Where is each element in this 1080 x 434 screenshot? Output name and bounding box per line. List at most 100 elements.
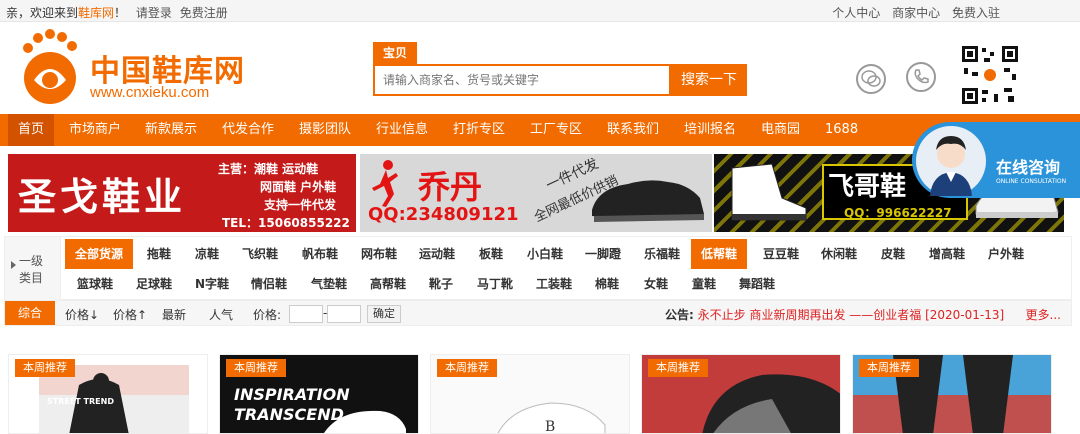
banner1-tel: TEL：15060855222 <box>222 216 350 230</box>
consult-subtitle: ONLINE CONSULTATION <box>996 178 1067 185</box>
wechat-icon[interactable] <box>856 64 886 94</box>
site-logo[interactable]: 中国鞋库网 www.cnxieku.com <box>20 28 250 108</box>
weekly-pick-badge: 本周推荐 <box>226 359 286 377</box>
price-confirm-button[interactable]: 确定 <box>367 305 401 323</box>
free-join-link[interactable]: 免费入驻 <box>952 6 1000 20</box>
category-item[interactable]: 凉鞋 <box>195 239 219 269</box>
announcement-text[interactable]: 永不止步 商业新周期再出发 ——创业者福 [2020-01-13] <box>698 308 1005 322</box>
nav-discount[interactable]: 打折专区 <box>453 114 505 146</box>
welcome-suffix: ！ <box>114 6 127 20</box>
nav-contact[interactable]: 联系我们 <box>607 114 659 146</box>
banner-shengge[interactable]: 圣戈鞋业 主营：潮鞋 运动鞋 网面鞋 户外鞋 支持一件代发 TEL：150608… <box>8 154 356 232</box>
category-item[interactable]: 拖鞋 <box>147 239 171 269</box>
sort-price-desc[interactable]: 价格↓ <box>65 306 99 323</box>
price-max-input[interactable] <box>327 305 361 323</box>
more-link[interactable]: 更多... <box>1026 306 1061 323</box>
site-name-link[interactable]: 鞋库网 <box>78 6 114 20</box>
category-item[interactable]: 篮球鞋 <box>77 269 113 299</box>
category-item[interactable]: 高帮鞋 <box>370 269 406 299</box>
search-area: 宝贝 搜索一下 <box>373 42 753 102</box>
price-range-label: 价格: <box>253 308 282 322</box>
nav-market-merchants[interactable]: 市场商户 <box>69 114 121 146</box>
category-item[interactable]: 增高鞋 <box>929 239 965 269</box>
banner3-brand: 飞哥鞋 <box>828 172 907 202</box>
nav-1688[interactable]: 1688 <box>825 114 858 146</box>
category-item[interactable]: 女鞋 <box>644 269 668 299</box>
category-item[interactable]: 网布鞋 <box>361 239 397 269</box>
category-item[interactable]: 靴子 <box>429 269 453 299</box>
product-card[interactable]: 本周推荐 本周推荐 <box>641 354 841 434</box>
price-min-input[interactable] <box>289 305 323 323</box>
nav-new-arrivals[interactable]: 新款展示 <box>145 114 197 146</box>
announcement[interactable]: 公告: 永不止步 商业新周期再出发 ——创业者福 [2020-01-13] <box>665 306 1004 323</box>
footprint-logo-icon <box>23 29 77 104</box>
product-image: B <box>497 402 606 433</box>
category-item[interactable]: 小白鞋 <box>527 239 563 269</box>
personal-center-link[interactable]: 个人中心 <box>832 6 880 20</box>
qr-code-icon <box>960 44 1020 106</box>
nav-industry-news[interactable]: 行业信息 <box>376 114 428 146</box>
search-button[interactable]: 搜索一下 <box>671 64 747 96</box>
boot-image <box>731 163 807 221</box>
phone-icon[interactable] <box>906 62 936 92</box>
category-item-selected[interactable]: 低帮鞋 <box>691 239 748 269</box>
nav-photo-team[interactable]: 摄影团队 <box>299 114 351 146</box>
category-item[interactable]: 板鞋 <box>479 239 503 269</box>
weekly-pick-badge: 本周推荐 <box>648 359 708 377</box>
category-item[interactable]: 帆布鞋 <box>302 239 338 269</box>
nav-dropship[interactable]: 代发合作 <box>222 114 274 146</box>
banner2-qq: QQ:234809121 <box>368 204 519 225</box>
consult-title: 在线咨询 <box>996 158 1061 177</box>
category-item[interactable]: 户外鞋 <box>988 239 1024 269</box>
login-link[interactable]: 请登录 <box>136 6 172 20</box>
category-item[interactable]: 工装鞋 <box>536 269 572 299</box>
category-item[interactable]: 乐福鞋 <box>644 239 680 269</box>
nav-training[interactable]: 培训报名 <box>684 114 736 146</box>
weekly-pick-badge: 本周推荐 <box>437 359 497 377</box>
sort-price-asc[interactable]: 价格↑ <box>113 306 147 323</box>
category-item[interactable]: 皮鞋 <box>881 239 905 269</box>
category-panel: 一级 类目 全部货源 拖鞋 凉鞋 飞织鞋 帆布鞋 网布鞋 运动鞋 板鞋 小白鞋 … <box>4 236 1072 301</box>
category-item[interactable]: 棉鞋 <box>595 269 619 299</box>
category-item[interactable]: 童鞋 <box>692 269 716 299</box>
banner1-brand: 圣戈鞋业 <box>18 174 187 219</box>
sort-newest[interactable]: 最新 <box>162 306 186 323</box>
sort-popular[interactable]: 人气 <box>209 306 233 323</box>
sort-comprehensive[interactable]: 综合 <box>5 301 55 325</box>
product-card[interactable]: 本周推荐 INSPIRATION TRANSCEND <box>219 354 419 434</box>
category-item[interactable]: 足球鞋 <box>136 269 172 299</box>
sort-filter-bar: 综合 价格↓ 价格↑ 最新 人气 价格: - 确定 公告: 永不止步 商业新周期… <box>4 300 1072 326</box>
category-sidebar: 一级 类目 <box>5 237 61 301</box>
category-item[interactable]: 运动鞋 <box>419 239 455 269</box>
category-all[interactable]: 全部货源 <box>65 239 134 269</box>
register-link[interactable]: 免费注册 <box>180 6 228 20</box>
weekly-pick-badge: 本周推荐 <box>15 359 75 377</box>
jordan-logo-icon <box>372 160 398 207</box>
category-item[interactable]: 休闲鞋 <box>821 239 857 269</box>
category-item[interactable]: 飞织鞋 <box>242 239 278 269</box>
product-card[interactable]: 本周推荐 STREET TREND <box>8 354 208 434</box>
category-item[interactable]: 舞蹈鞋 <box>739 269 775 299</box>
category-label-line2: 类目 <box>19 271 44 285</box>
nav-home[interactable]: 首页 <box>8 114 55 146</box>
weekly-pick-badge: 本周推荐 <box>859 359 919 377</box>
category-item[interactable]: 豆豆鞋 <box>763 239 799 269</box>
nav-ecommerce-park[interactable]: 电商园 <box>761 114 800 146</box>
banner-qiaodan[interactable]: 乔丹 QQ:234809121 一件代发 全网最低价供销 <box>360 154 712 232</box>
search-input[interactable] <box>375 66 669 94</box>
banner1-line3: 支持一件代发 <box>264 198 337 212</box>
product-card[interactable]: 本周推荐 <box>852 354 1052 434</box>
category-item[interactable]: 一脚蹬 <box>585 239 621 269</box>
product-card[interactable]: 本周推荐 B <box>430 354 630 434</box>
category-item[interactable]: 气垫鞋 <box>311 269 347 299</box>
online-consult-widget[interactable]: 在线咨询 ONLINE CONSULTATION <box>912 122 1080 198</box>
banner3-qq: QQ：996622227 <box>844 206 952 220</box>
category-item[interactable]: 情侣鞋 <box>251 269 287 299</box>
nav-factory[interactable]: 工厂专区 <box>530 114 582 146</box>
support-agent-avatar <box>916 126 986 196</box>
merchant-center-link[interactable]: 商家中心 <box>892 6 940 20</box>
search-tab-products[interactable]: 宝贝 <box>373 42 417 64</box>
category-item[interactable]: 马丁靴 <box>477 269 513 299</box>
category-item[interactable]: N字鞋 <box>195 269 229 299</box>
banner2-brand: 乔丹 <box>418 168 483 206</box>
